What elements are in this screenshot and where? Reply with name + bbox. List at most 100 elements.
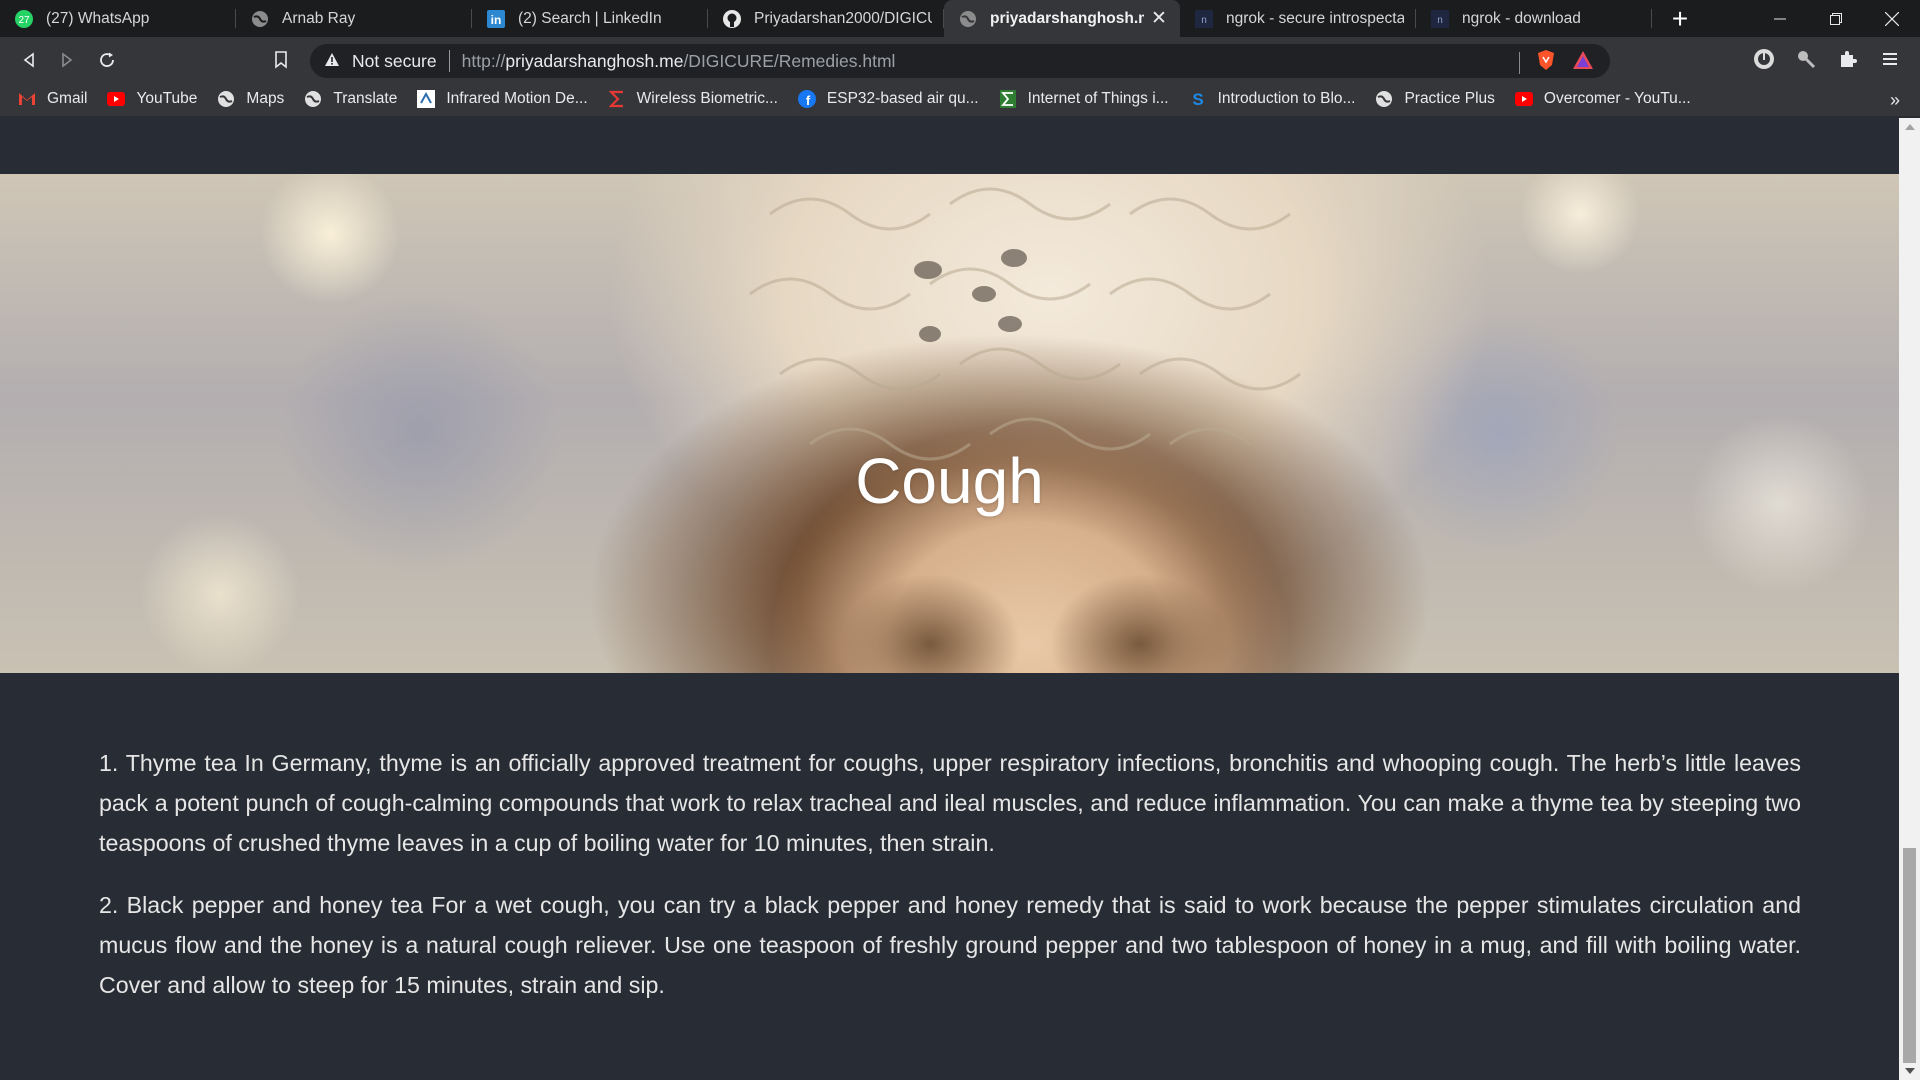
page-scrollbar[interactable] <box>1899 118 1920 1080</box>
svg-text:in: in <box>491 13 502 27</box>
tab-ngrok-download[interactable]: n ngrok - download <box>1416 0 1652 37</box>
bookmark-wireless[interactable]: Wireless Biometric... <box>608 90 778 108</box>
bookmark-label: Introduction to Blo... <box>1217 90 1356 107</box>
more-bookmarks-button[interactable]: » <box>1890 90 1900 111</box>
ngrok-icon: n <box>1430 9 1450 29</box>
tab-ngrok-introspect[interactable]: n ngrok - secure introspectabl <box>1180 0 1416 37</box>
puzzle-extensions-icon[interactable] <box>1834 45 1862 73</box>
bookmark-esp32[interactable]: f ESP32-based air qu... <box>797 90 979 108</box>
minimize-icon <box>1774 18 1786 19</box>
tab-github[interactable]: Priyadarshan2000/DIGICURE <box>708 0 944 37</box>
svg-text:n: n <box>1437 15 1443 26</box>
sigma-icon <box>999 90 1017 108</box>
remedy-paragraph: 2. Black pepper and honey tea For a wet … <box>99 892 1801 998</box>
reload-icon <box>100 52 114 67</box>
page-title: Cough <box>855 445 1044 517</box>
tab-strip: 27 (27) WhatsApp Arnab Ray in (2) Search… <box>0 0 1920 37</box>
bookmark-overcomer[interactable]: Overcomer - YouTu... <box>1514 90 1691 108</box>
tab-arnab-ray[interactable]: Arnab Ray <box>236 0 472 37</box>
bookmark-label: Gmail <box>47 90 88 107</box>
globe-icon <box>250 9 270 29</box>
bookmark-label: Infrared Motion De... <box>446 90 588 107</box>
tab-linkedin[interactable]: in (2) Search | LinkedIn <box>472 0 708 37</box>
close-tab-icon[interactable]: ✕ <box>1150 9 1168 28</box>
facebook-icon: f <box>797 90 816 108</box>
svg-text:S: S <box>1192 90 1203 108</box>
svg-text:f: f <box>806 93 811 108</box>
bookmark-maps[interactable]: Maps <box>217 90 284 108</box>
tab-title: (27) WhatsApp <box>46 9 150 27</box>
github-icon <box>722 9 742 29</box>
scrollbar-thumb[interactable] <box>1903 848 1916 1063</box>
tab-remedies-active[interactable]: priyadarshanghosh.me/ ✕ <box>944 0 1180 37</box>
bookmark-button[interactable] <box>266 45 296 75</box>
back-button[interactable] <box>14 45 44 75</box>
tab-title: priyadarshanghosh.me/ <box>990 9 1144 27</box>
restore-button[interactable] <box>1808 0 1864 37</box>
key-extension-icon[interactable] <box>1792 45 1820 73</box>
url-host: priyadarshanghosh.me <box>505 50 684 71</box>
forward-icon <box>62 52 73 68</box>
scroll-down-arrow-icon[interactable] <box>1905 1068 1915 1074</box>
reload-button[interactable] <box>92 45 122 75</box>
new-tab-button[interactable]: + <box>1660 0 1700 37</box>
warning-icon <box>324 51 340 72</box>
url-text[interactable]: http://priyadarshanghosh.me/DIGICURE/Rem… <box>462 51 896 72</box>
tab-title: ngrok - download <box>1462 9 1581 27</box>
tab-title: Priyadarshan2000/DIGICURE <box>754 9 932 27</box>
youtube-icon <box>1514 90 1533 108</box>
whatsapp-icon: 27 <box>14 9 34 29</box>
brave-rewards-icon[interactable] <box>1572 50 1594 75</box>
back-icon <box>23 52 34 68</box>
bookmark-gmail[interactable]: Gmail <box>18 90 87 108</box>
bookmark-practice-plus[interactable]: Practice Plus <box>1375 90 1495 108</box>
vpn-extension-icon[interactable] <box>1750 45 1778 73</box>
url-path: /DIGICURE/Remedies.html <box>683 50 896 71</box>
browser-toolbar: Not secure http://priyadarshanghosh.me/D… <box>0 37 1920 82</box>
bookmark-label: ESP32-based air qu... <box>826 90 979 107</box>
bookmark-label: Overcomer - YouTu... <box>1543 90 1691 107</box>
plus-icon: + <box>1671 2 1689 34</box>
site-icon <box>417 90 436 108</box>
hero-banner: Cough <box>0 174 1899 673</box>
security-indicator[interactable]: Not secure <box>324 51 437 72</box>
tab-whatsapp[interactable]: 27 (27) WhatsApp <box>0 0 236 37</box>
bookmark-translate[interactable]: Translate <box>304 90 397 108</box>
bookmarks-bar: Gmail YouTube Maps Translate Infrared Mo… <box>0 82 1920 117</box>
globe-icon <box>304 90 322 108</box>
url-scheme: http:// <box>461 50 506 71</box>
window-controls <box>1752 0 1920 37</box>
forward-button[interactable] <box>52 45 82 75</box>
menu-icon[interactable] <box>1876 45 1904 73</box>
tab-title: ngrok - secure introspectabl <box>1226 9 1404 27</box>
linkedin-icon: in <box>486 9 506 29</box>
bookmark-label: Maps <box>246 90 285 107</box>
sigma-icon <box>608 90 626 108</box>
s-icon: S <box>1189 90 1207 108</box>
bookmark-iot[interactable]: Internet of Things i... <box>999 90 1169 108</box>
bookmark-infrared[interactable]: Infrared Motion De... <box>417 90 588 108</box>
bookmark-youtube[interactable]: YouTube <box>107 90 197 108</box>
close-window-button[interactable] <box>1864 0 1920 37</box>
minimize-button[interactable] <box>1752 0 1808 37</box>
globe-icon <box>217 90 235 108</box>
whatsapp-badge: 27 <box>18 15 30 26</box>
gmail-icon <box>18 90 36 108</box>
remedies-content: 1. Thyme tea In Germany, thyme is an off… <box>99 743 1801 1027</box>
ngrok-icon: n <box>1194 9 1214 29</box>
brave-shields-icon[interactable] <box>1536 49 1556 76</box>
scroll-up-arrow-icon[interactable] <box>1905 124 1915 130</box>
svg-text:n: n <box>1201 15 1207 26</box>
bookmark-label: Wireless Biometric... <box>636 90 778 107</box>
bookmark-icon <box>275 51 287 69</box>
address-bar[interactable]: Not secure http://priyadarshanghosh.me/D… <box>310 44 1610 78</box>
bookmark-label: Translate <box>333 90 398 107</box>
omnibox-separator <box>448 50 450 72</box>
page-viewport: Cough 1. Thyme tea In Germany, thyme is … <box>0 118 1899 1080</box>
youtube-icon <box>107 90 126 108</box>
globe-icon <box>1375 90 1393 108</box>
bookmark-label: Practice Plus <box>1404 90 1495 107</box>
extension-icons <box>1750 45 1904 73</box>
bookmark-blockchain[interactable]: S Introduction to Blo... <box>1189 90 1356 108</box>
omnibox-actions <box>1519 49 1594 76</box>
